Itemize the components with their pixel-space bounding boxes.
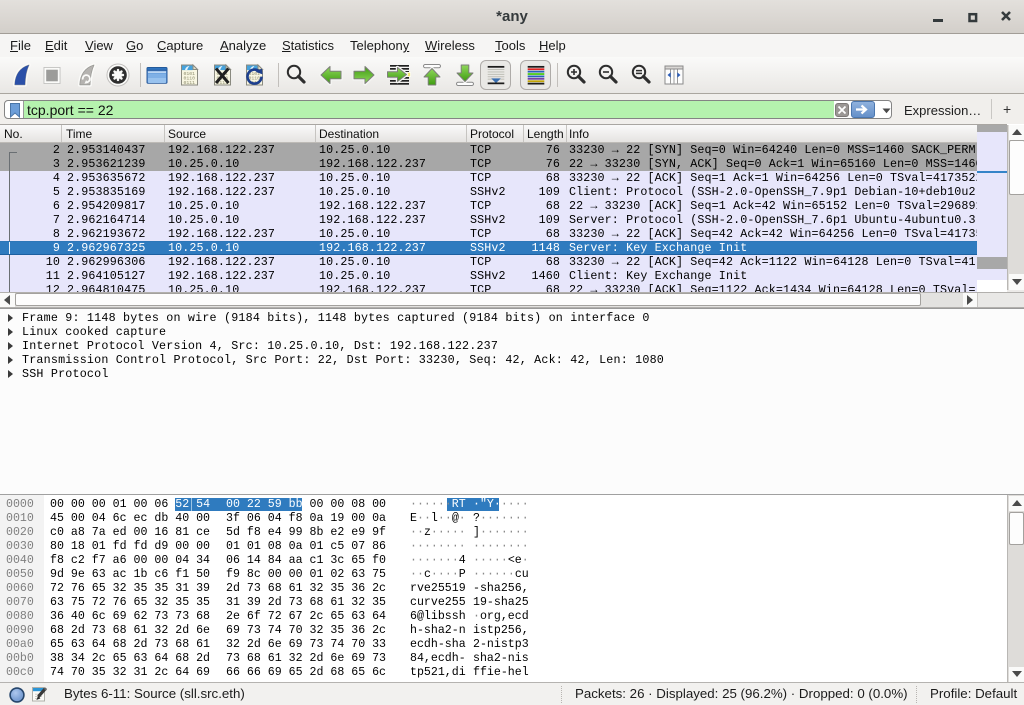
svg-text:0111: 0111	[184, 80, 196, 86]
